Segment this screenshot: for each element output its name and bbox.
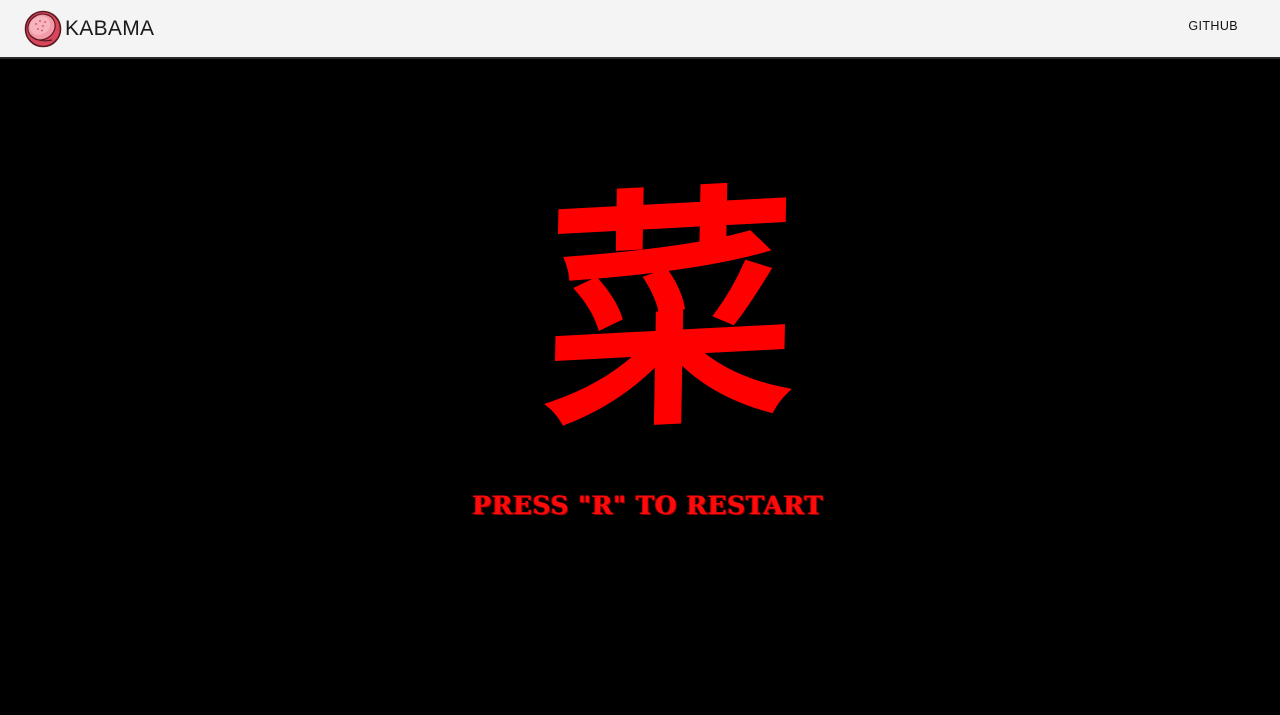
brand-name: KABAMA bbox=[65, 17, 155, 40]
navbar: KABAMA GITHUB bbox=[0, 0, 1280, 59]
kanji-character: 菜 bbox=[542, 158, 798, 466]
game-canvas[interactable]: 菜 PRESS "R" TO RESTART bbox=[0, 59, 1280, 715]
restart-prompt: PRESS "R" TO RESTART bbox=[472, 491, 824, 520]
macaron-icon bbox=[24, 10, 62, 48]
github-link[interactable]: GITHUB bbox=[1188, 19, 1238, 33]
brand-home-link[interactable]: KABAMA bbox=[24, 10, 154, 48]
